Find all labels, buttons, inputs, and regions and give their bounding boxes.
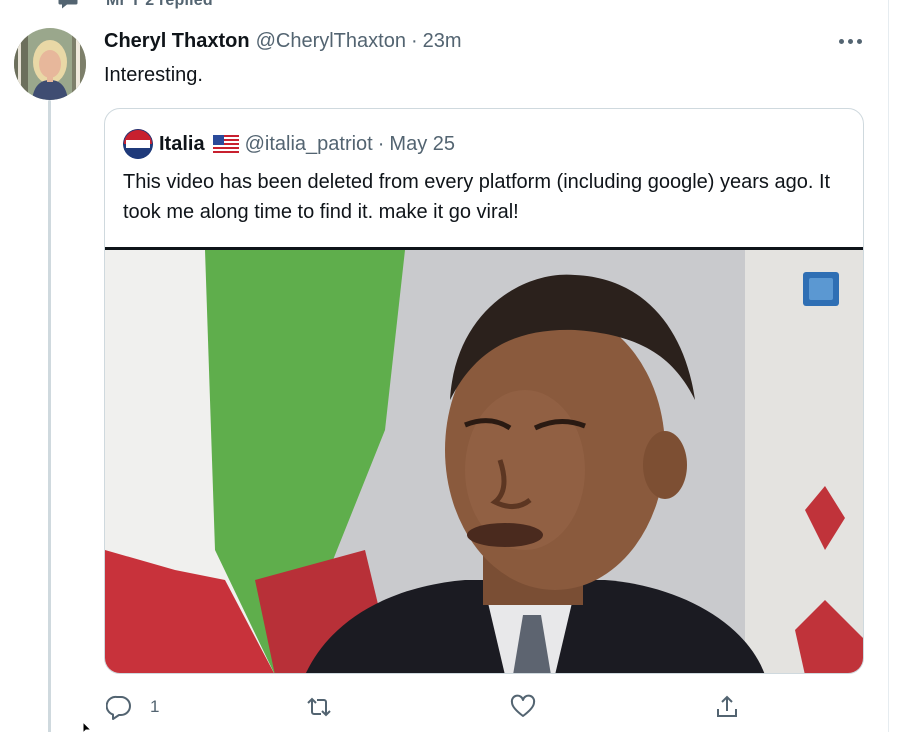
timeline-border bbox=[888, 0, 889, 732]
author-name[interactable]: Cheryl Thaxton bbox=[104, 30, 250, 53]
share-button[interactable] bbox=[714, 690, 740, 724]
share-icon bbox=[717, 695, 737, 717]
more-dot bbox=[847, 38, 853, 44]
video-still bbox=[105, 250, 863, 673]
retweet-icon bbox=[307, 697, 331, 717]
avatar-image bbox=[14, 28, 86, 100]
retweet-button[interactable] bbox=[306, 690, 350, 724]
more-dot bbox=[856, 38, 862, 44]
tweet-timestamp[interactable]: 23m bbox=[423, 30, 462, 53]
quoted-tweet-date[interactable]: May 25 bbox=[389, 133, 455, 156]
video-thumbnail[interactable] bbox=[105, 247, 863, 673]
like-button[interactable] bbox=[510, 690, 554, 724]
tweet-header: Cheryl Thaxton @CherylThaxton · 23m bbox=[104, 30, 462, 53]
like-icon bbox=[510, 694, 536, 717]
quoted-tweet-text: This video has been deleted from every p… bbox=[123, 171, 831, 223]
tweet-actions: 1 bbox=[104, 690, 744, 724]
quoted-author-name[interactable]: Italia bbox=[159, 133, 205, 156]
reply-count: 1 bbox=[150, 697, 160, 716]
reply-button[interactable]: 1 bbox=[106, 690, 159, 724]
reply-icon bbox=[106, 695, 131, 720]
quoted-avatar[interactable] bbox=[123, 129, 153, 159]
reply-context[interactable]: Mr T 2 replied bbox=[58, 0, 213, 12]
quoted-tweet-header: Italia @italia_patriot · May 25 bbox=[123, 129, 455, 159]
mouse-cursor-icon bbox=[82, 722, 92, 732]
author-handle[interactable]: @CherylThaxton bbox=[256, 30, 406, 53]
quoted-avatar-image bbox=[123, 129, 153, 159]
speech-bubble-icon bbox=[58, 0, 78, 9]
separator-dot: · bbox=[410, 30, 418, 52]
separator-dot: · bbox=[377, 132, 385, 155]
avatar[interactable] bbox=[14, 28, 86, 100]
more-options-icon[interactable] bbox=[836, 30, 864, 52]
thread-line bbox=[48, 100, 51, 732]
us-flag-icon bbox=[212, 135, 239, 153]
more-dot bbox=[838, 38, 844, 44]
quoted-tweet[interactable]: Italia @italia_patriot · May 25 This vid… bbox=[104, 108, 864, 674]
quoted-author-handle[interactable]: @italia_patriot bbox=[245, 133, 373, 156]
tweet-text: Interesting. bbox=[104, 64, 203, 86]
reply-context-text: Mr T 2 replied bbox=[106, 0, 213, 9]
